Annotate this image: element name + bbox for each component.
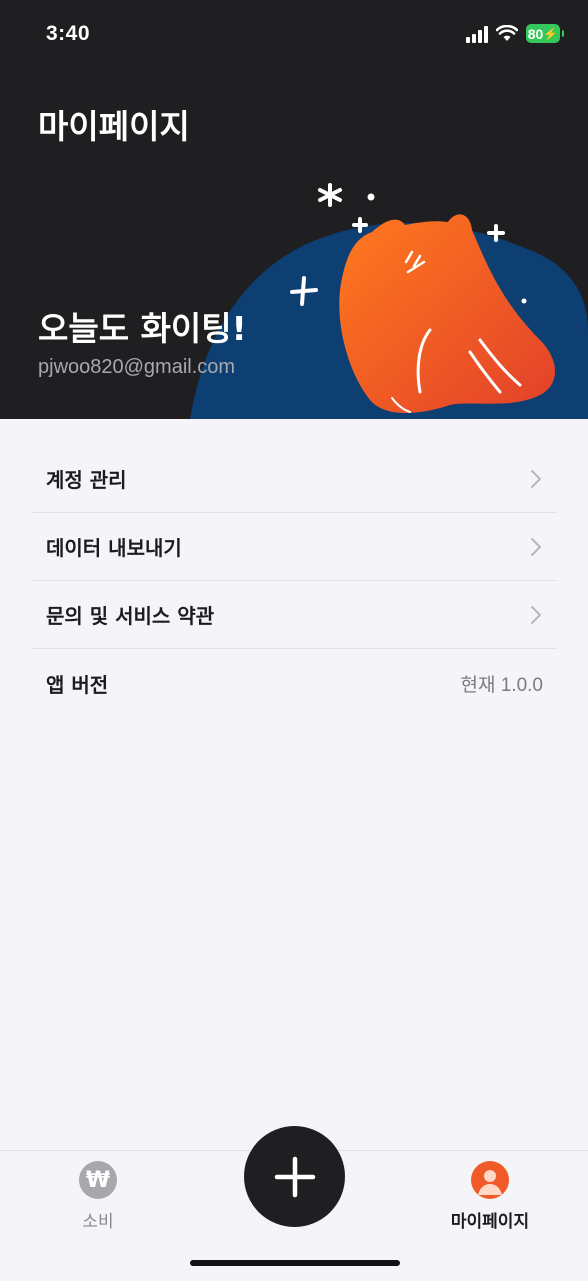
cellular-signal-icon (466, 25, 488, 43)
tab-spending[interactable]: ₩ 소비 (38, 1161, 158, 1232)
add-button[interactable] (244, 1126, 345, 1227)
profile-icon (471, 1161, 509, 1199)
won-icon: ₩ (79, 1161, 117, 1199)
settings-menu: 계정 관리 데이터 내보내기 문의 및 서비스 약관 앱 버전 현재 1.0.0 (32, 445, 557, 717)
greeting-text: 오늘도 화이팅! (38, 309, 247, 348)
menu-item-label: 데이터 내보내기 (46, 536, 182, 560)
chevron-right-icon (531, 605, 541, 624)
app-version-value: 현재 1.0.0 (460, 674, 544, 696)
menu-item-label: 계정 관리 (46, 468, 127, 492)
home-indicator (190, 1260, 400, 1266)
plus-icon (274, 1156, 315, 1197)
chevron-right-icon (531, 537, 541, 556)
tab-label: 마이페이지 (450, 1212, 530, 1232)
battery-icon: 80 ⚡ (526, 24, 564, 43)
page-title: 마이페이지 (38, 107, 190, 146)
menu-item-export-data[interactable]: 데이터 내보내기 (32, 513, 557, 581)
menu-item-label: 앱 버전 (46, 672, 109, 697)
user-email: pjwoo820@gmail.com (38, 356, 236, 378)
menu-item-terms[interactable]: 문의 및 서비스 약관 (32, 581, 557, 649)
profile-header: 3:40 80 ⚡ 마이페이지 오늘도 화이팅! pjwoo820@gmail.c… (0, 0, 588, 419)
menu-item-app-version: 앱 버전 현재 1.0.0 (32, 649, 557, 717)
wifi-icon (496, 25, 518, 41)
battery-level: 80 (527, 25, 544, 42)
menu-item-label: 문의 및 서비스 약관 (46, 604, 215, 628)
tab-label: 소비 (82, 1212, 114, 1232)
status-icons: 80 ⚡ (466, 24, 564, 43)
status-time: 3:40 (46, 22, 91, 45)
menu-item-account[interactable]: 계정 관리 (32, 445, 557, 513)
chevron-right-icon (531, 469, 541, 488)
tab-mypage[interactable]: 마이페이지 (430, 1161, 550, 1232)
